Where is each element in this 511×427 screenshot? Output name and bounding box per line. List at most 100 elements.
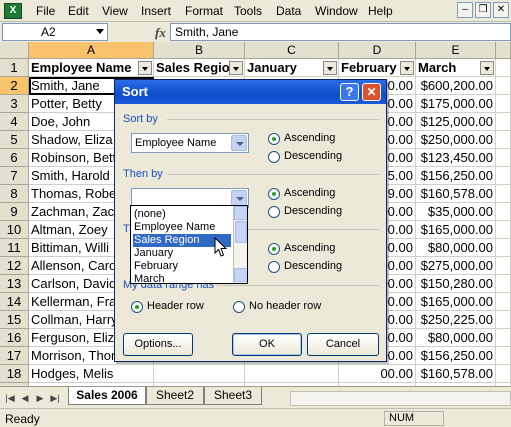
no-header-row-label[interactable]: No header row [249, 300, 321, 312]
then-by-2-ascending-label[interactable]: Ascending [284, 242, 335, 254]
table-cell[interactable] [496, 347, 511, 365]
then-by-2-descending-label[interactable]: Descending [284, 260, 342, 272]
table-cell[interactable] [496, 113, 511, 131]
table-cell[interactable]: $80,000.00 [416, 329, 496, 347]
row-header[interactable]: 6 [0, 149, 29, 167]
menu-view[interactable]: View [102, 4, 128, 18]
sort-by-ascending-label[interactable]: Ascending [284, 132, 335, 144]
table-cell[interactable]: $150,280.00 [416, 275, 496, 293]
table-cell[interactable]: $156,250.00 [416, 167, 496, 185]
tab-sheet2[interactable]: Sheet2 [146, 387, 204, 405]
table-cell[interactable]: $250,000.00 [416, 131, 496, 149]
row-header[interactable]: 10 [0, 221, 29, 239]
row-header[interactable]: 2 [0, 77, 29, 95]
cancel-button[interactable]: Cancel [307, 333, 379, 356]
row-header[interactable]: 1 [0, 59, 29, 77]
column-header-a[interactable]: A [29, 42, 154, 59]
table-cell[interactable]: $175,000.00 [416, 95, 496, 113]
ok-button[interactable]: OK [232, 333, 302, 356]
menu-help[interactable]: Help [368, 4, 393, 18]
chevron-down-icon[interactable] [231, 135, 247, 151]
table-cell[interactable] [496, 131, 511, 149]
name-box[interactable]: A2 [2, 23, 108, 41]
scroll-thumb[interactable] [235, 221, 247, 243]
table-cell[interactable] [496, 293, 511, 311]
table-cell[interactable]: Hodges, Melis [29, 365, 154, 383]
table-cell[interactable] [496, 167, 511, 185]
table-cell[interactable]: $165,000.00 [416, 221, 496, 239]
autofilter-dropdown-icon[interactable] [229, 61, 243, 75]
table-cell[interactable] [496, 149, 511, 167]
no-header-row-radio[interactable] [233, 301, 245, 313]
sort-by-descending-radio[interactable] [268, 151, 280, 163]
table-cell[interactable] [496, 77, 511, 95]
tab-sales-2006[interactable]: Sales 2006 [68, 387, 146, 405]
row-header[interactable]: 17 [0, 347, 29, 365]
column-header-b[interactable]: B [154, 42, 245, 59]
chevron-down-icon[interactable] [231, 190, 247, 206]
row-header[interactable]: 18 [0, 365, 29, 383]
table-cell[interactable] [496, 185, 511, 203]
table-cell[interactable]: $275,000.00 [416, 257, 496, 275]
sort-by-descending-label[interactable]: Descending [284, 150, 342, 162]
tab-sheet3[interactable]: Sheet3 [204, 387, 262, 405]
header-row-radio[interactable] [131, 301, 143, 313]
row-header[interactable]: 7 [0, 167, 29, 185]
scroll-down-icon[interactable] [234, 268, 247, 282]
column-header-f[interactable] [496, 42, 511, 59]
autofilter-dropdown-icon[interactable] [400, 61, 414, 75]
autofilter-dropdown-icon[interactable] [480, 61, 494, 75]
row-header[interactable]: 14 [0, 293, 29, 311]
table-cell[interactable]: $600,200.00 [416, 77, 496, 95]
table-cell[interactable]: $80,000.00 [416, 239, 496, 257]
table-cell[interactable] [496, 59, 511, 77]
table-cell[interactable] [496, 365, 511, 383]
help-button[interactable]: ? [340, 83, 359, 101]
menu-window[interactable]: Window [315, 4, 358, 18]
menu-data[interactable]: Data [276, 4, 301, 18]
table-cell[interactable]: $250,225.00 [416, 311, 496, 329]
options-button[interactable]: Options... [123, 333, 193, 356]
menu-insert[interactable]: Insert [141, 4, 171, 18]
close-dialog-button[interactable]: ✕ [362, 83, 381, 101]
row-header[interactable]: 9 [0, 203, 29, 221]
column-header-d[interactable]: D [339, 42, 416, 59]
menu-tools[interactable]: Tools [234, 4, 262, 18]
table-cell[interactable]: 00.00 [339, 365, 416, 383]
table-cell[interactable] [496, 257, 511, 275]
row-header[interactable]: 8 [0, 185, 29, 203]
first-sheet-icon[interactable]: |◀ [4, 391, 16, 405]
table-cell[interactable] [496, 203, 511, 221]
row-header[interactable]: 15 [0, 311, 29, 329]
column-header-c[interactable]: C [245, 42, 339, 59]
menu-format[interactable]: Format [185, 4, 223, 18]
table-cell[interactable]: $165,000.00 [416, 293, 496, 311]
then-by-2-descending-radio[interactable] [268, 261, 280, 273]
row-header[interactable]: 16 [0, 329, 29, 347]
then-by-descending-label[interactable]: Descending [284, 205, 342, 217]
row-header[interactable]: 5 [0, 131, 29, 149]
autofilter-dropdown-icon[interactable] [138, 61, 152, 75]
table-cell[interactable] [496, 311, 511, 329]
last-sheet-icon[interactable]: ▶| [49, 391, 61, 405]
table-cell[interactable] [496, 329, 511, 347]
header-cell[interactable]: March [416, 59, 496, 77]
close-window-button[interactable]: ✕ [493, 2, 509, 18]
select-all-corner[interactable] [0, 42, 29, 59]
table-cell[interactable]: $123,450.00 [416, 149, 496, 167]
menu-file[interactable]: File [36, 4, 55, 18]
dropdown-scrollbar[interactable] [233, 206, 247, 283]
table-cell[interactable]: $160,578.00 [416, 185, 496, 203]
sort-by-ascending-radio[interactable] [268, 133, 280, 145]
then-by-dropdown-list[interactable]: (none) Employee Name Sales Region Januar… [130, 205, 248, 284]
autofilter-dropdown-icon[interactable] [323, 61, 337, 75]
horizontal-scrollbar[interactable] [290, 391, 511, 406]
then-by-ascending-radio[interactable] [268, 188, 280, 200]
restore-button[interactable]: ❐ [475, 2, 491, 18]
row-header[interactable]: 12 [0, 257, 29, 275]
header-cell[interactable]: February [339, 59, 416, 77]
sort-by-select[interactable]: Employee Name [131, 133, 249, 153]
row-header[interactable]: 11 [0, 239, 29, 257]
then-by-ascending-label[interactable]: Ascending [284, 187, 335, 199]
then-by-2-ascending-radio[interactable] [268, 243, 280, 255]
